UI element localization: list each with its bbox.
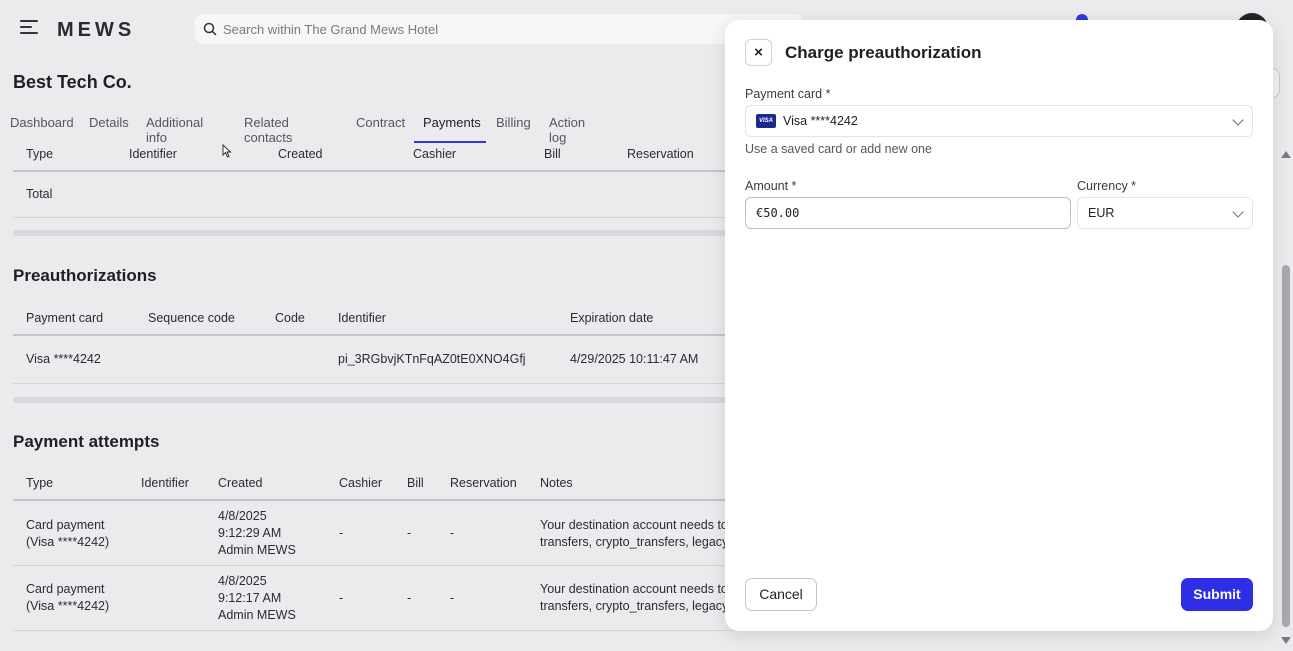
column-header-bill: Bill: [407, 476, 424, 490]
submit-button[interactable]: Submit: [1181, 578, 1253, 611]
column-header-type: Type: [26, 476, 54, 490]
preauth-expiration: 4/29/2025 10:11:47 AM: [570, 352, 699, 366]
attempt-notes: Your destination account needs to: [540, 582, 725, 596]
currency-select[interactable]: EUR: [1077, 197, 1253, 229]
chevron-down-icon: [1232, 114, 1244, 126]
tab-additional-info[interactable]: Additional info: [146, 115, 203, 145]
attempt-bill: -: [407, 591, 412, 605]
column-header-payment-card: Payment card: [26, 311, 104, 325]
scroll-up-icon[interactable]: [1281, 151, 1291, 158]
column-header-created: Created: [278, 147, 323, 161]
scroll-down-icon[interactable]: [1281, 637, 1291, 644]
amount-value: €50.00: [756, 206, 800, 220]
total-label: Total: [26, 187, 53, 201]
tab-payments[interactable]: Payments: [414, 115, 486, 143]
attempt-reservation: -: [450, 526, 455, 540]
attempt-time: 9:12:29 AM: [218, 526, 282, 540]
mouse-cursor-icon: [222, 144, 232, 158]
attempt-notes: transfers, crypto_transfers, legacy: [540, 535, 725, 549]
attempt-date: 4/8/2025: [218, 574, 267, 588]
menu-icon[interactable]: [20, 20, 38, 36]
column-header-reservation: Reservation: [627, 147, 694, 161]
close-button[interactable]: ×: [745, 39, 772, 66]
search-input[interactable]: Search within The Grand Mews Hotel: [195, 14, 803, 44]
payment-card-select[interactable]: VISA Visa ****4242: [745, 105, 1253, 137]
horizontal-scrollbar[interactable]: [13, 397, 733, 403]
column-header-code: Code: [275, 311, 305, 325]
preauth-identifier: pi_3RGbvjKTnFqAZ0tE0XNO4Gfj: [338, 352, 526, 366]
column-header-identifier: Identifier: [338, 311, 386, 325]
chevron-down-icon: [1232, 206, 1244, 218]
attempt-creator: Admin MEWS: [218, 543, 296, 557]
attempt-card: (Visa ****4242): [26, 599, 110, 613]
attempt-creator: Admin MEWS: [218, 608, 296, 622]
attempt-cashier: -: [339, 526, 344, 540]
attempt-type: Card payment: [26, 518, 105, 532]
column-header-type: Type: [26, 147, 54, 161]
table-divider: [13, 170, 733, 172]
search-icon: [203, 22, 217, 36]
column-header-reservation: Reservation: [450, 476, 517, 490]
attempt-type: Card payment: [26, 582, 105, 596]
amount-input[interactable]: €50.00: [745, 197, 1071, 229]
horizontal-scrollbar[interactable]: [13, 230, 733, 236]
column-header-cashier: Cashier: [413, 147, 457, 161]
payment-attempts-title: Payment attempts: [13, 432, 160, 451]
payment-card-helper: Use a saved card or add new one: [745, 142, 932, 156]
column-header-notes: Notes: [540, 476, 573, 490]
currency-value: EUR: [1088, 206, 1115, 220]
table-divider: [13, 334, 733, 336]
tab-details[interactable]: Details: [89, 115, 129, 143]
column-header-sequence-code: Sequence code: [148, 311, 235, 325]
column-header-cashier: Cashier: [339, 476, 383, 490]
tab-related-contacts[interactable]: Related contacts: [244, 115, 292, 145]
attempt-notes: Your destination account needs to: [540, 518, 725, 532]
table-divider: [13, 565, 733, 566]
table-divider: [13, 217, 733, 218]
tab-action-log[interactable]: Action log: [549, 115, 585, 145]
cancel-button[interactable]: Cancel: [745, 578, 817, 611]
amount-label: Amount *: [745, 179, 797, 193]
preauthorizations-title: Preauthorizations: [13, 266, 157, 285]
attempt-cashier: -: [339, 591, 344, 605]
attempt-notes: transfers, crypto_transfers, legacy: [540, 599, 725, 613]
scroll-thumb[interactable]: [1282, 265, 1290, 627]
column-header-identifier: Identifier: [129, 147, 177, 161]
attempt-bill: -: [407, 526, 412, 540]
visa-card-icon: VISA: [756, 114, 776, 128]
payment-card-label: Payment card *: [745, 87, 831, 101]
table-divider: [13, 499, 733, 501]
payment-card-value: Visa ****4242: [783, 114, 858, 128]
attempt-card: (Visa ****4242): [26, 535, 110, 549]
column-header-created: Created: [218, 476, 263, 490]
column-header-bill: Bill: [544, 147, 561, 161]
page-title: Best Tech Co.: [13, 72, 132, 92]
attempt-date: 4/8/2025: [218, 509, 267, 523]
currency-label: Currency *: [1077, 179, 1137, 193]
attempt-time: 9:12:17 AM: [218, 591, 282, 605]
search-placeholder: Search within The Grand Mews Hotel: [223, 22, 439, 37]
attempt-reservation: -: [450, 591, 455, 605]
tab-billing[interactable]: Billing: [496, 115, 531, 143]
table-divider: [13, 630, 733, 631]
mews-logo[interactable]: MEWS: [57, 19, 135, 42]
tab-contract[interactable]: Contract: [356, 115, 405, 143]
column-header-expiration-date: Expiration date: [570, 311, 654, 325]
preauth-card: Visa ****4242: [26, 352, 101, 366]
tab-dashboard[interactable]: Dashboard: [10, 115, 74, 143]
table-divider: [13, 383, 733, 384]
dialog-title: Charge preauthorization: [785, 43, 982, 62]
charge-preauthorization-dialog: × Charge preauthorization Payment card *…: [725, 20, 1273, 631]
column-header-identifier: Identifier: [141, 476, 189, 490]
vertical-scrollbar[interactable]: [1280, 143, 1293, 651]
